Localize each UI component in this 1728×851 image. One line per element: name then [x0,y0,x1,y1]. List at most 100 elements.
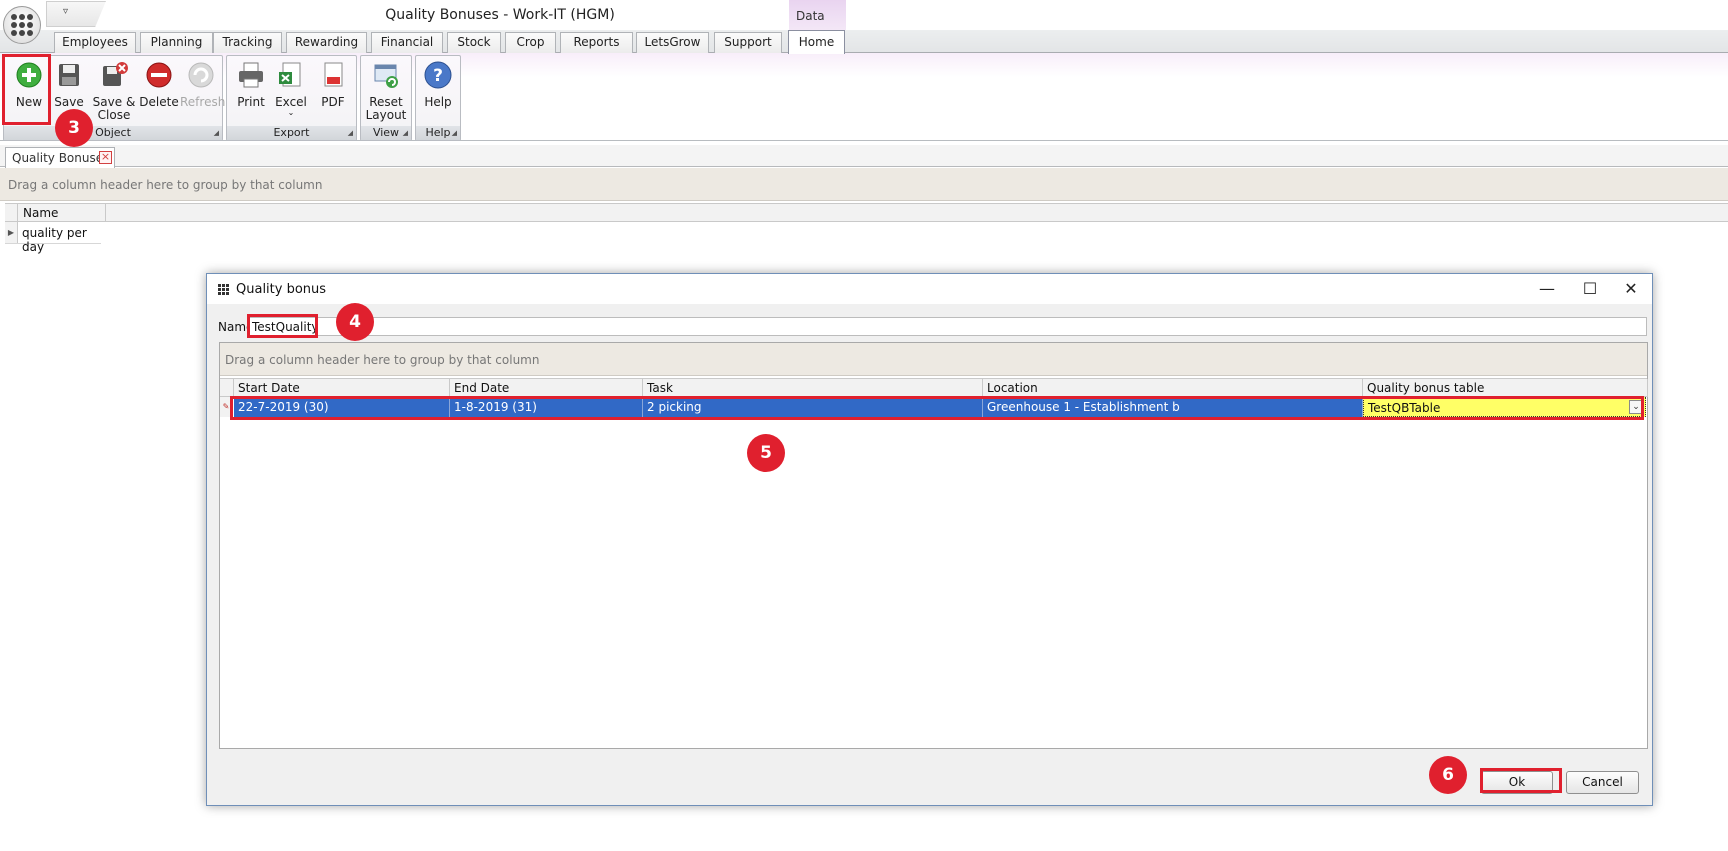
name-field[interactable]: TestQuality [247,317,1647,336]
export-group-label: Export [227,126,356,140]
pdf-icon [324,62,343,87]
excel-label: Excel [275,95,307,109]
title-bar: ▿ Quality Bonuses - Work-IT (HGM) Data [0,0,1728,31]
step-badge-3: 3 [55,109,93,147]
app-menu-icon [11,14,33,36]
help-button[interactable]: ? Help [418,60,458,109]
tab-planning[interactable]: Planning [140,32,213,53]
tab-reports[interactable]: Reports [560,32,633,53]
dialog-title-bar: Quality bonus — ☐ ✕ [207,274,1652,304]
export-dialog-launcher-icon[interactable]: ◢ [348,129,353,137]
group-by-panel[interactable]: Drag a column header here to group by th… [0,168,1728,201]
dialog-grid: Drag a column header here to group by th… [219,342,1648,749]
app-menu-button[interactable] [3,6,41,44]
context-tab-header-data: Data [789,0,846,31]
object-dialog-launcher-icon[interactable]: ◢ [214,129,219,137]
reset-layout-button[interactable]: Reset Layout [363,60,409,122]
tab-employees[interactable]: Employees [54,32,136,53]
window-title: Quality Bonuses - Work-IT (HGM) [385,7,615,23]
column-header-quality-bonus-table[interactable]: Quality bonus table [1363,379,1648,397]
view-dialog-launcher-icon[interactable]: ◢ [403,129,408,137]
help-dialog-launcher-icon[interactable]: ◢ [452,129,457,137]
tab-support[interactable]: Support [714,32,782,53]
tab-stock[interactable]: Stock [447,32,501,53]
minimize-icon[interactable]: — [1527,278,1567,300]
cancel-button[interactable]: Cancel [1566,771,1639,794]
column-header-start-date[interactable]: Start Date [234,379,450,397]
document-tab-bar: Quality Bonuses [0,145,1728,168]
row-edit-indicator-icon: ✎ [220,397,233,417]
new-label: New [15,95,43,109]
chevron-down-icon[interactable]: ⌄ [1629,400,1643,414]
refresh-label: Refresh [180,95,226,109]
object-group-label: Object [4,126,222,140]
excel-button[interactable]: Excel ⌄ [273,60,309,117]
help-label: Help [424,95,452,109]
ribbon-tab-row: Employees Planning Tracking Rewarding Fi… [0,30,1728,54]
print-label: Print [237,95,265,109]
dialog-title: Quality bonus [236,282,327,297]
save-close-icon [103,62,128,86]
column-header-task[interactable]: Task [643,379,983,397]
refresh-icon [188,62,214,88]
close-icon[interactable]: ✕ [1611,278,1651,300]
grid-header: Name [5,203,1728,222]
delete-button[interactable]: Delete [137,60,181,109]
tab-financial[interactable]: Financial [371,32,443,53]
dialog-group-by-panel[interactable]: Drag a column header here to group by th… [220,343,1647,376]
refresh-button[interactable]: Refresh [180,60,226,109]
pdf-label: PDF [321,95,345,109]
save-button[interactable]: Save [52,60,86,109]
help-question-icon: ? [424,61,452,89]
column-header-end-date[interactable]: End Date [450,379,643,397]
save-close-label: Save & Close [92,95,136,122]
ribbon-group-help: ? Help Help ◢ [415,55,461,141]
step-badge-5: 5 [747,434,785,472]
application-window: ▿ Quality Bonuses - Work-IT (HGM) Data E… [0,0,1728,851]
table-row[interactable]: ✎ 22-7-2019 (30) 1-8-2019 (31) 2 picking… [220,397,1647,417]
delete-icon [146,62,172,88]
pdf-button[interactable]: PDF [315,60,351,109]
table-row[interactable]: ▶ quality per day [5,222,101,254]
dialog-app-icon [218,284,229,295]
ribbon-panel: New Save Save & Close Delete Refresh Obj… [0,53,1728,141]
tab-crop[interactable]: Crop [505,32,556,53]
excel-icon [279,62,301,87]
excel-dropdown-icon[interactable]: ⌄ [273,109,309,117]
row-name-cell[interactable]: quality per day [22,226,101,254]
cell-start-date[interactable]: 22-7-2019 (30) [234,397,450,417]
dialog-grid-header: Start Date End Date Task Location Qualit… [220,378,1648,397]
tab-rewarding[interactable]: Rewarding [286,32,367,53]
step-badge-6: 6 [1429,756,1467,794]
delete-label: Delete [139,95,179,109]
print-button[interactable]: Print [233,60,269,109]
close-document-tab-icon[interactable]: × [99,151,112,164]
row-indicator-header [220,379,234,397]
printer-icon [239,62,263,88]
reset-layout-label: Reset Layout [365,95,407,122]
row-indicator-icon: ▶ [5,222,18,243]
tab-tracking[interactable]: Tracking [213,32,282,53]
svg-text:?: ? [433,66,443,86]
new-plus-icon [16,62,42,88]
save-disk-icon [59,64,79,86]
tab-letsgrow[interactable]: LetsGrow [636,32,709,53]
step-badge-4: 4 [336,303,374,341]
cell-quality-bonus-table[interactable]: TestQBTable ⌄ [1363,397,1646,417]
row-indicator-header [5,204,18,222]
cell-task[interactable]: 2 picking [643,397,983,417]
tab-home[interactable]: Home [788,30,845,54]
ribbon-group-object: New Save Save & Close Delete Refresh Obj… [3,55,226,141]
column-header-name[interactable]: Name [19,204,106,222]
maximize-icon[interactable]: ☐ [1570,278,1610,300]
cell-end-date[interactable]: 1-8-2019 (31) [450,397,643,417]
save-close-button[interactable]: Save & Close [90,60,138,122]
reset-layout-icon [374,64,398,88]
quality-bonus-table-value: TestQBTable [1368,401,1441,415]
cell-location[interactable]: Greenhouse 1 - Establishment b [983,397,1363,417]
ribbon-group-export: Print Excel ⌄ PDF Export ◢ [226,55,357,141]
ribbon-group-view: Reset Layout View ◢ [360,55,412,141]
new-button[interactable]: New [10,60,48,109]
column-header-location[interactable]: Location [983,379,1363,397]
ok-button[interactable]: Ok [1481,771,1553,794]
